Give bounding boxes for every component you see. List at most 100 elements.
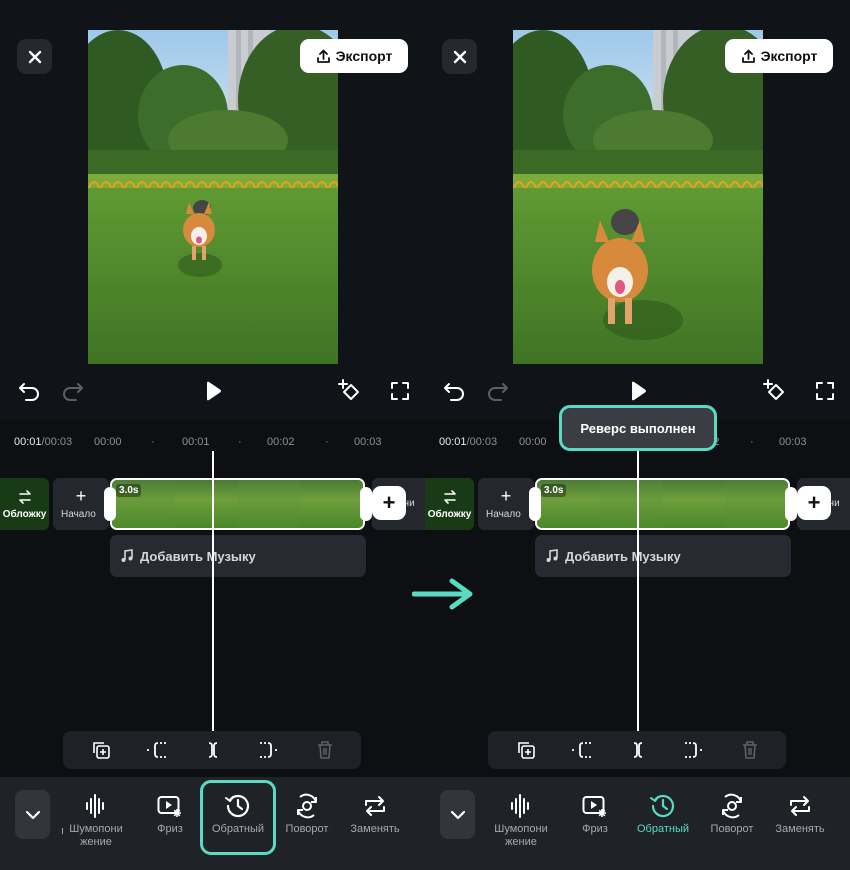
playhead[interactable]	[212, 451, 214, 731]
export-label: Экспорт	[760, 48, 818, 64]
bottom-toolbar: Шумопони жение Фриз Обратный Поворот Зам…	[425, 777, 850, 870]
tick-dot: ·	[325, 436, 329, 448]
clip-duration: 3.0s	[116, 484, 142, 497]
clip-trim-handle-right[interactable]	[360, 487, 372, 521]
clip-trim-handle-left[interactable]	[104, 487, 116, 521]
split-button[interactable]	[627, 739, 649, 761]
duplicate-button[interactable]	[90, 739, 112, 761]
tool-label: Заменять	[350, 823, 400, 835]
video-clip[interactable]: 3.0s	[110, 478, 365, 530]
trim-end-icon	[260, 742, 279, 758]
keyframe-button[interactable]	[761, 378, 787, 404]
play-icon	[207, 381, 221, 401]
trash-icon	[318, 741, 332, 759]
collapse-button[interactable]	[15, 790, 50, 839]
close-button[interactable]	[17, 39, 52, 74]
fullscreen-button[interactable]	[387, 378, 413, 404]
reverse-done-toast: Реверс выполнен	[559, 405, 717, 451]
tool-freeze[interactable]: Фриз	[560, 791, 630, 836]
replace-icon	[365, 796, 385, 816]
redo-button[interactable]	[60, 378, 86, 404]
fullscreen-icon	[816, 382, 834, 400]
delete-button[interactable]	[739, 739, 761, 761]
music-note-icon	[121, 549, 133, 562]
cover-button[interactable]: Обложку	[0, 478, 49, 530]
close-button[interactable]	[442, 39, 477, 74]
add-clip-button[interactable]: +	[797, 486, 831, 520]
clip-trim-handle-left[interactable]	[529, 487, 541, 521]
duplicate-button[interactable]	[515, 739, 537, 761]
add-clip-button[interactable]: +	[372, 486, 406, 520]
tool-label: Обратный	[636, 823, 689, 835]
trim-end-icon	[685, 742, 704, 758]
cover-button[interactable]: Обложку	[425, 478, 474, 530]
edit-toolbar	[488, 731, 786, 769]
trim-start-button[interactable]	[146, 739, 168, 761]
trim-end-button[interactable]	[258, 739, 280, 761]
upload-icon	[741, 49, 755, 63]
duplicate-icon	[93, 742, 110, 759]
video-preview[interactable]	[513, 30, 763, 364]
music-note-icon	[546, 549, 558, 562]
tick-label: 00:02	[267, 436, 295, 448]
current-time: 00:01/00:03	[14, 436, 73, 448]
export-button[interactable]: Экспорт	[725, 39, 833, 73]
tool-denoise[interactable]: Шумопони жение	[486, 791, 556, 849]
video-clip[interactable]: 3.0s	[535, 478, 790, 530]
trim-start-button[interactable]	[571, 739, 593, 761]
reverse-clock-icon	[650, 794, 675, 818]
edit-toolbar	[63, 731, 361, 769]
add-intro-button[interactable]: + Начало	[478, 478, 534, 530]
tool-label: Шумопони жение	[494, 823, 548, 848]
editor-after-panel: Экспорт 00:01/00:03 00:00 · · 00:02 · 00…	[425, 0, 850, 870]
tool-rotate[interactable]: Поворот	[697, 791, 767, 836]
tool-denoise[interactable]: Шумопони жение	[61, 791, 131, 849]
keyframe-button[interactable]	[336, 378, 362, 404]
collapse-button[interactable]	[440, 790, 475, 839]
add-music-button[interactable]: Добавить Музыку	[535, 535, 791, 577]
undo-button[interactable]	[441, 378, 467, 404]
plus-icon: +	[807, 490, 821, 515]
play-button[interactable]	[625, 378, 651, 404]
plus-icon: +	[382, 490, 396, 515]
tool-reverse[interactable]: Обратный	[628, 791, 698, 836]
tool-label: Заменять	[775, 823, 825, 835]
swap-icon	[18, 490, 31, 504]
trash-icon	[743, 741, 757, 759]
add-intro-button[interactable]: + Начало	[53, 478, 109, 530]
current-time: 00:01/00:03	[439, 436, 498, 448]
tool-freeze[interactable]: Фриз	[135, 791, 205, 836]
editor-before-panel: Экспорт 00:01/00:03 00:00 · 00:01 · 00:0…	[0, 0, 425, 870]
clip-duration: 3.0s	[541, 484, 567, 497]
tool-label: Фриз	[157, 823, 183, 835]
keyframe-add-icon	[763, 379, 784, 400]
playhead[interactable]	[637, 451, 639, 731]
add-music-button[interactable]: Добавить Музыку	[110, 535, 366, 577]
plus-icon: +	[75, 486, 87, 506]
tool-label: Шумопони жение	[69, 823, 123, 848]
close-icon	[453, 50, 466, 63]
video-preview[interactable]	[88, 30, 338, 364]
upload-icon	[316, 49, 330, 63]
split-icon	[208, 742, 218, 758]
undo-button[interactable]	[16, 378, 42, 404]
redo-button[interactable]	[485, 378, 511, 404]
chevron-down-icon	[450, 810, 465, 819]
fullscreen-button[interactable]	[812, 378, 838, 404]
rotate-icon	[722, 793, 742, 819]
clip-trim-handle-right[interactable]	[785, 487, 797, 521]
tool-replace[interactable]: Заменять	[340, 791, 410, 836]
export-button[interactable]: Экспорт	[300, 39, 408, 73]
tool-rotate[interactable]: Поворот	[272, 791, 342, 836]
tool-replace[interactable]: Заменять	[765, 791, 835, 836]
rotate-icon	[297, 793, 317, 819]
play-button[interactable]	[200, 378, 226, 404]
add-music-label: Добавить Музыку	[140, 548, 256, 564]
split-button[interactable]	[202, 739, 224, 761]
tool-label: Фриз	[582, 823, 608, 835]
trim-end-button[interactable]	[683, 739, 705, 761]
split-icon	[633, 742, 643, 758]
tool-label: Поворот	[285, 823, 329, 835]
delete-button[interactable]	[314, 739, 336, 761]
play-icon	[632, 381, 646, 401]
